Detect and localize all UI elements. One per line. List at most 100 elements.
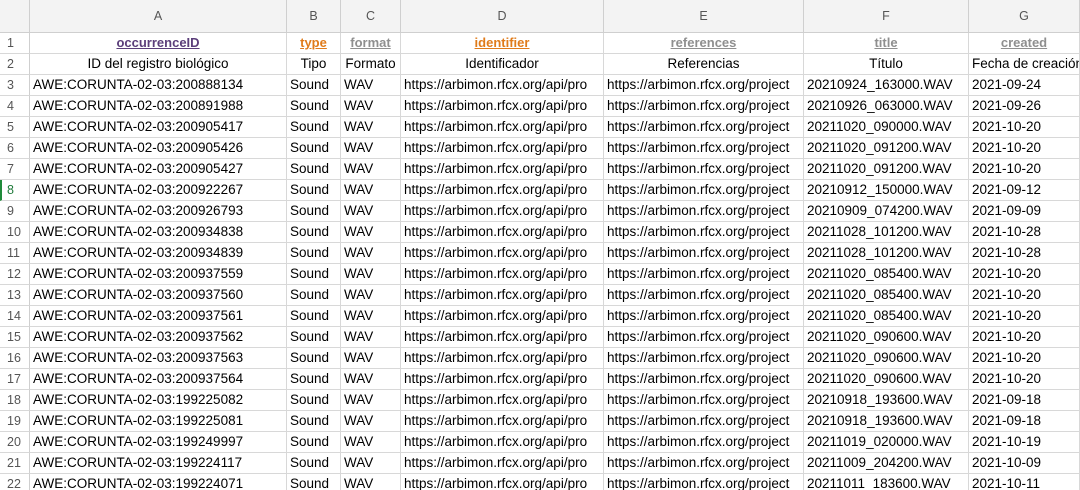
row-header[interactable]: 14: [0, 306, 30, 327]
table-cell[interactable]: 20211020_090600.WAV: [804, 327, 969, 348]
table-cell[interactable]: 20211019_020000.WAV: [804, 432, 969, 453]
column-header-f[interactable]: F: [804, 0, 969, 33]
table-cell[interactable]: https://arbimon.rfcx.org/api/pro: [401, 96, 604, 117]
table-cell[interactable]: https://arbimon.rfcx.org/project: [604, 75, 804, 96]
table-cell[interactable]: 20210918_193600.WAV: [804, 390, 969, 411]
table-cell[interactable]: WAV: [341, 222, 401, 243]
table-cell[interactable]: AWE:CORUNTA-02-03:199249997: [30, 432, 287, 453]
field-name-cell[interactable]: created: [969, 33, 1080, 54]
row-header[interactable]: 4: [0, 96, 30, 117]
table-cell[interactable]: https://arbimon.rfcx.org/project: [604, 432, 804, 453]
table-cell[interactable]: Sound: [287, 264, 341, 285]
field-label-cell[interactable]: Tipo: [287, 54, 341, 75]
table-cell[interactable]: https://arbimon.rfcx.org/project: [604, 327, 804, 348]
table-cell[interactable]: https://arbimon.rfcx.org/api/pro: [401, 390, 604, 411]
table-cell[interactable]: AWE:CORUNTA-02-03:200891988: [30, 96, 287, 117]
table-cell[interactable]: 20211020_090600.WAV: [804, 369, 969, 390]
table-cell[interactable]: WAV: [341, 474, 401, 490]
row-header[interactable]: 11: [0, 243, 30, 264]
row-header-active[interactable]: 8: [0, 180, 30, 201]
row-header[interactable]: 18: [0, 390, 30, 411]
table-cell[interactable]: https://arbimon.rfcx.org/api/pro: [401, 432, 604, 453]
table-cell[interactable]: Sound: [287, 138, 341, 159]
table-cell[interactable]: 20210924_163000.WAV: [804, 75, 969, 96]
table-cell[interactable]: AWE:CORUNTA-02-03:200937564: [30, 369, 287, 390]
field-name-cell[interactable]: format: [341, 33, 401, 54]
table-cell[interactable]: https://arbimon.rfcx.org/project: [604, 369, 804, 390]
table-cell[interactable]: AWE:CORUNTA-02-03:200937560: [30, 285, 287, 306]
table-cell[interactable]: 2021-10-20: [969, 159, 1080, 180]
table-cell[interactable]: AWE:CORUNTA-02-03:200905427: [30, 159, 287, 180]
table-cell[interactable]: AWE:CORUNTA-02-03:200905426: [30, 138, 287, 159]
table-cell[interactable]: WAV: [341, 159, 401, 180]
table-cell[interactable]: https://arbimon.rfcx.org/api/pro: [401, 453, 604, 474]
table-cell[interactable]: WAV: [341, 180, 401, 201]
table-cell[interactable]: https://arbimon.rfcx.org/api/pro: [401, 306, 604, 327]
table-cell[interactable]: Sound: [287, 327, 341, 348]
table-cell[interactable]: https://arbimon.rfcx.org/project: [604, 285, 804, 306]
table-cell[interactable]: 20211020_090600.WAV: [804, 348, 969, 369]
table-cell[interactable]: Sound: [287, 453, 341, 474]
table-cell[interactable]: Sound: [287, 201, 341, 222]
column-header-c[interactable]: C: [341, 0, 401, 33]
table-cell[interactable]: 20211020_085400.WAV: [804, 264, 969, 285]
table-cell[interactable]: Sound: [287, 432, 341, 453]
row-header[interactable]: 12: [0, 264, 30, 285]
table-cell[interactable]: Sound: [287, 285, 341, 306]
table-cell[interactable]: https://arbimon.rfcx.org/api/pro: [401, 474, 604, 490]
table-cell[interactable]: Sound: [287, 348, 341, 369]
table-cell[interactable]: https://arbimon.rfcx.org/project: [604, 243, 804, 264]
column-header-e[interactable]: E: [604, 0, 804, 33]
table-cell[interactable]: WAV: [341, 306, 401, 327]
table-cell[interactable]: https://arbimon.rfcx.org/api/pro: [401, 117, 604, 138]
table-cell[interactable]: 2021-10-20: [969, 264, 1080, 285]
table-cell[interactable]: https://arbimon.rfcx.org/project: [604, 201, 804, 222]
field-label-cell[interactable]: Referencias: [604, 54, 804, 75]
table-cell[interactable]: 2021-10-20: [969, 138, 1080, 159]
table-cell[interactable]: WAV: [341, 201, 401, 222]
table-cell[interactable]: 2021-10-28: [969, 222, 1080, 243]
row-header[interactable]: 17: [0, 369, 30, 390]
table-cell[interactable]: 2021-10-20: [969, 327, 1080, 348]
table-cell[interactable]: 2021-10-11: [969, 474, 1080, 490]
row-header[interactable]: 5: [0, 117, 30, 138]
table-cell[interactable]: 20211020_091200.WAV: [804, 138, 969, 159]
table-cell[interactable]: https://arbimon.rfcx.org/project: [604, 222, 804, 243]
column-header-a[interactable]: A: [30, 0, 287, 33]
table-cell[interactable]: 20211028_101200.WAV: [804, 243, 969, 264]
field-label-cell[interactable]: Formato: [341, 54, 401, 75]
row-header[interactable]: 19: [0, 411, 30, 432]
table-cell[interactable]: 2021-10-28: [969, 243, 1080, 264]
field-name-cell[interactable]: identifier: [401, 33, 604, 54]
select-all-corner[interactable]: [0, 0, 30, 33]
table-cell[interactable]: Sound: [287, 222, 341, 243]
table-cell[interactable]: 2021-09-26: [969, 96, 1080, 117]
table-cell[interactable]: 2021-09-24: [969, 75, 1080, 96]
table-cell[interactable]: https://arbimon.rfcx.org/api/pro: [401, 369, 604, 390]
table-cell[interactable]: https://arbimon.rfcx.org/project: [604, 117, 804, 138]
table-cell[interactable]: 2021-09-12: [969, 180, 1080, 201]
table-cell[interactable]: Sound: [287, 411, 341, 432]
row-header[interactable]: 9: [0, 201, 30, 222]
table-cell[interactable]: 20211020_085400.WAV: [804, 285, 969, 306]
table-cell[interactable]: https://arbimon.rfcx.org/project: [604, 180, 804, 201]
table-cell[interactable]: 2021-09-18: [969, 411, 1080, 432]
table-cell[interactable]: https://arbimon.rfcx.org/api/pro: [401, 180, 604, 201]
row-header[interactable]: 15: [0, 327, 30, 348]
table-cell[interactable]: 20210909_074200.WAV: [804, 201, 969, 222]
table-cell[interactable]: Sound: [287, 180, 341, 201]
table-cell[interactable]: AWE:CORUNTA-02-03:199225082: [30, 390, 287, 411]
table-cell[interactable]: https://arbimon.rfcx.org/project: [604, 264, 804, 285]
table-cell[interactable]: 20211009_204200.WAV: [804, 453, 969, 474]
table-cell[interactable]: Sound: [287, 306, 341, 327]
table-cell[interactable]: https://arbimon.rfcx.org/project: [604, 411, 804, 432]
table-cell[interactable]: WAV: [341, 264, 401, 285]
table-cell[interactable]: AWE:CORUNTA-02-03:199224071: [30, 474, 287, 490]
table-cell[interactable]: 20211020_085400.WAV: [804, 306, 969, 327]
table-cell[interactable]: 20211028_101200.WAV: [804, 222, 969, 243]
field-name-cell[interactable]: references: [604, 33, 804, 54]
table-cell[interactable]: https://arbimon.rfcx.org/api/pro: [401, 159, 604, 180]
row-header[interactable]: 10: [0, 222, 30, 243]
table-cell[interactable]: https://arbimon.rfcx.org/api/pro: [401, 264, 604, 285]
table-cell[interactable]: Sound: [287, 96, 341, 117]
